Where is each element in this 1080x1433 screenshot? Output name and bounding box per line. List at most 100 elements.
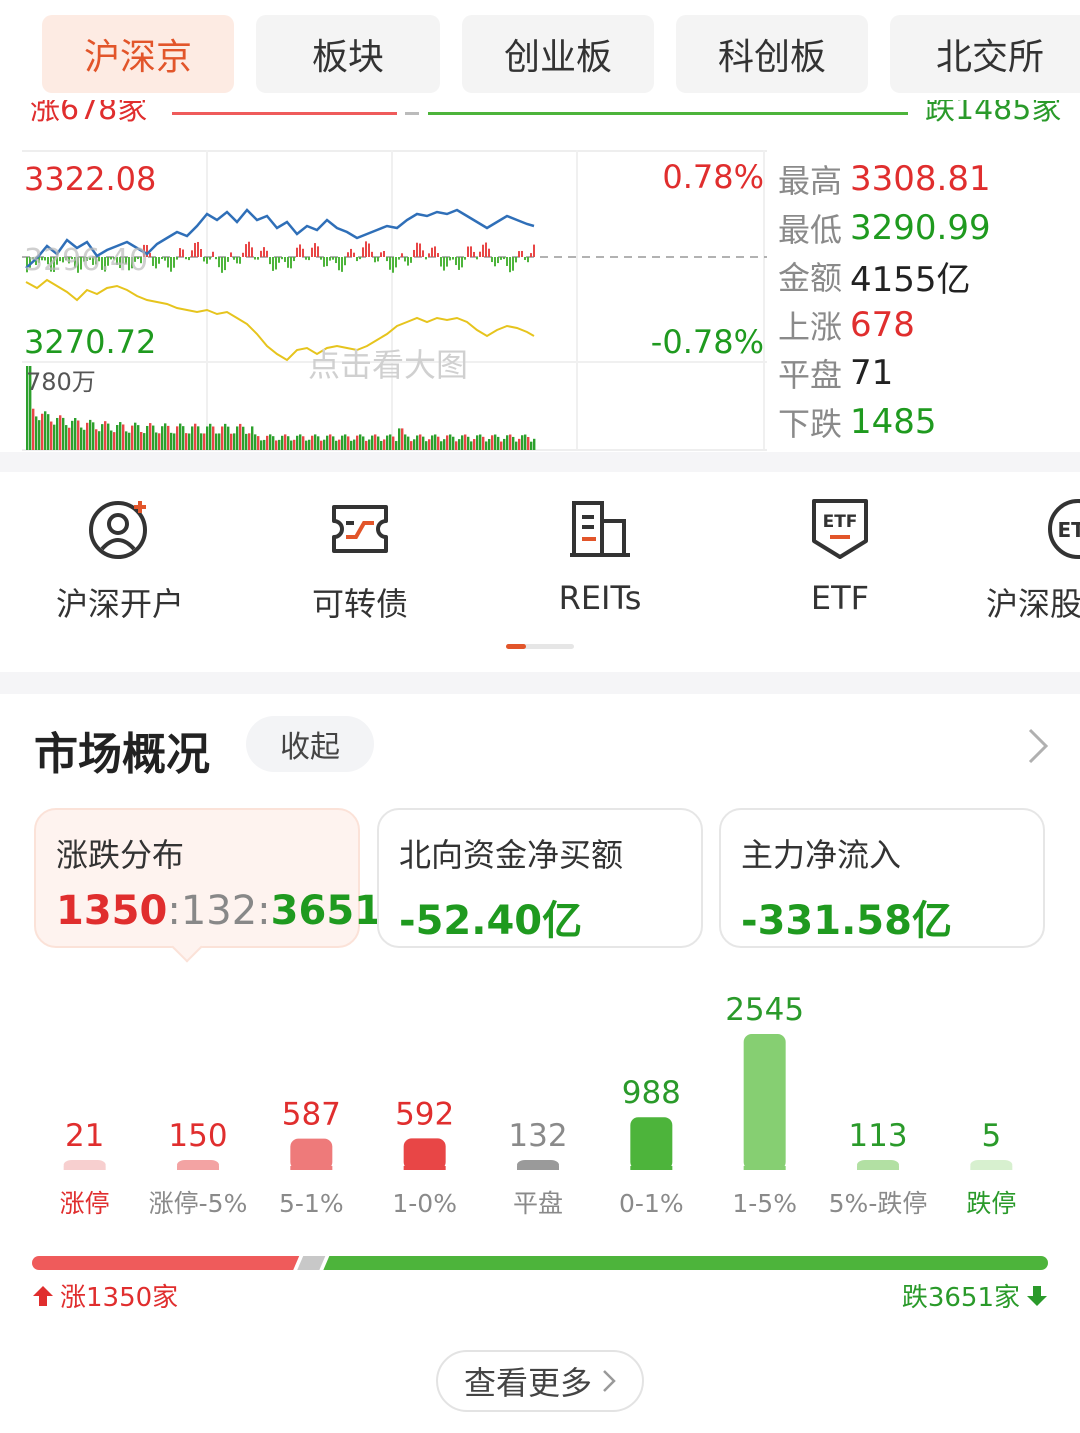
volume-bar (467, 436, 470, 450)
diff-bar (506, 257, 508, 266)
diff-bar (176, 257, 178, 260)
diff-bar (314, 243, 316, 257)
diff-bar (389, 257, 391, 270)
volume-bar (326, 435, 329, 450)
volume-bar (287, 436, 290, 450)
diff-bar (425, 257, 427, 260)
diff-bar (221, 257, 223, 273)
volume-bar (44, 411, 47, 450)
tab-hushenjing[interactable]: 沪深京 (42, 15, 234, 93)
volume-bar (77, 420, 80, 450)
chart-high-price: 3322.08 (24, 160, 156, 198)
ratio-flat-segment (297, 1256, 326, 1270)
tab-bse[interactable]: 北交所 (890, 15, 1080, 93)
diff-bar (329, 257, 331, 261)
volume-bar (518, 438, 521, 450)
volume-bar (113, 432, 116, 450)
diff-bar (275, 257, 277, 270)
volume-bar (107, 423, 110, 450)
volume-bar (173, 433, 176, 450)
volume-bar (284, 434, 287, 450)
collapse-button[interactable]: 收起 (246, 716, 374, 772)
diff-bar (503, 257, 505, 260)
diff-bar (155, 257, 157, 269)
volume-bar (266, 435, 269, 450)
diff-bar (335, 257, 337, 264)
volume-bar (275, 440, 278, 450)
diff-bar (497, 257, 499, 264)
stat-down: 下跌 1485 (778, 401, 937, 443)
volume-bar (167, 425, 170, 450)
volume-bar (197, 426, 200, 450)
volume-bar (236, 426, 239, 450)
distribution-category-label: 0-1% (619, 1189, 684, 1218)
tab-star-market[interactable]: 科创板 (676, 15, 868, 93)
volume-bar (347, 436, 350, 450)
diff-bar (494, 257, 496, 267)
diff-bar (374, 257, 376, 263)
volume-bar (71, 420, 74, 450)
distribution-bar (403, 1138, 446, 1170)
tab-sector[interactable]: 板块 (256, 15, 440, 93)
card-main-net-inflow[interactable]: 主力净流入 -331.58亿 (719, 808, 1045, 948)
shortcut-open-account[interactable]: 沪深开户 (20, 497, 220, 625)
volume-bar (122, 424, 125, 450)
distribution-value-label: 150 (168, 1118, 227, 1154)
distribution-category-label: 5-1% (279, 1189, 344, 1218)
diff-bar (524, 257, 526, 260)
diff-bar (200, 248, 202, 257)
volume-bar (74, 418, 77, 450)
volume-bar (416, 435, 419, 450)
shortcut-page-indicator (506, 644, 574, 649)
up-down-distribution-chart[interactable]: 21 涨停 150 涨停-5% 587 5-1% 592 1-0% 132 平盘 988 0-1% 25… (30, 980, 1050, 1220)
volume-bar (206, 426, 209, 450)
stat-up: 上涨 678 (778, 304, 915, 346)
volume-bar (323, 439, 326, 450)
diff-bar (365, 241, 367, 257)
diff-bar (224, 257, 226, 271)
card-northbound-flow[interactable]: 北向资金净买额 -52.40亿 (377, 808, 703, 948)
volume-bar (176, 426, 179, 450)
volume-bar (302, 436, 305, 450)
market-overview-title: 市场概况 (34, 729, 210, 780)
volume-bar (56, 417, 59, 450)
volume-bar (170, 432, 173, 450)
ratio-up-segment (32, 1256, 300, 1270)
shortcut-etf[interactable]: ETF ETF (740, 497, 940, 617)
chevron-right-icon (603, 1370, 616, 1392)
diff-bar (209, 257, 211, 260)
volume-bar (191, 426, 194, 450)
shortcut-convertible-bond[interactable]: 可转债 (260, 497, 460, 625)
diff-bar (164, 257, 166, 261)
volume-bar (413, 439, 416, 450)
volume-bar (221, 426, 224, 450)
volume-bar (485, 441, 488, 450)
diff-bar (467, 246, 469, 257)
view-more-button[interactable]: 查看更多 (436, 1350, 644, 1412)
tab-chinext[interactable]: 创业板 (462, 15, 654, 93)
volume-bar (257, 436, 260, 450)
card-up-down-distribution[interactable]: 涨跌分布 1350:132:3651 (34, 808, 382, 963)
volume-bar (92, 422, 95, 450)
volume-bar (53, 424, 56, 450)
diff-bar (392, 257, 394, 273)
volume-bar (374, 434, 377, 450)
diff-bar (356, 257, 358, 262)
cut-down-bar (428, 112, 908, 115)
diff-bar (293, 257, 295, 262)
diff-bar (305, 257, 307, 260)
index-intraday-chart[interactable]: 点击看大图 3322.08 3296.40 3270.72 0.78% -0.7… (22, 150, 767, 452)
diff-bar (413, 249, 415, 257)
volume-bar (368, 439, 371, 450)
shortcut-reits[interactable]: REITs (500, 497, 700, 617)
convertible-bond-icon (332, 505, 388, 553)
volume-bar (419, 434, 422, 450)
etf-icon: ETF (812, 499, 868, 559)
volume-bar (437, 436, 440, 450)
distribution-category-label: 涨停 (60, 1189, 110, 1218)
shortcut-hushen-stock[interactable]: ETF 沪深股 (980, 497, 1080, 625)
chevron-right-icon[interactable] (1026, 726, 1050, 775)
diff-bar (323, 257, 325, 267)
diff-bar (167, 257, 169, 268)
diff-bar (161, 257, 163, 260)
